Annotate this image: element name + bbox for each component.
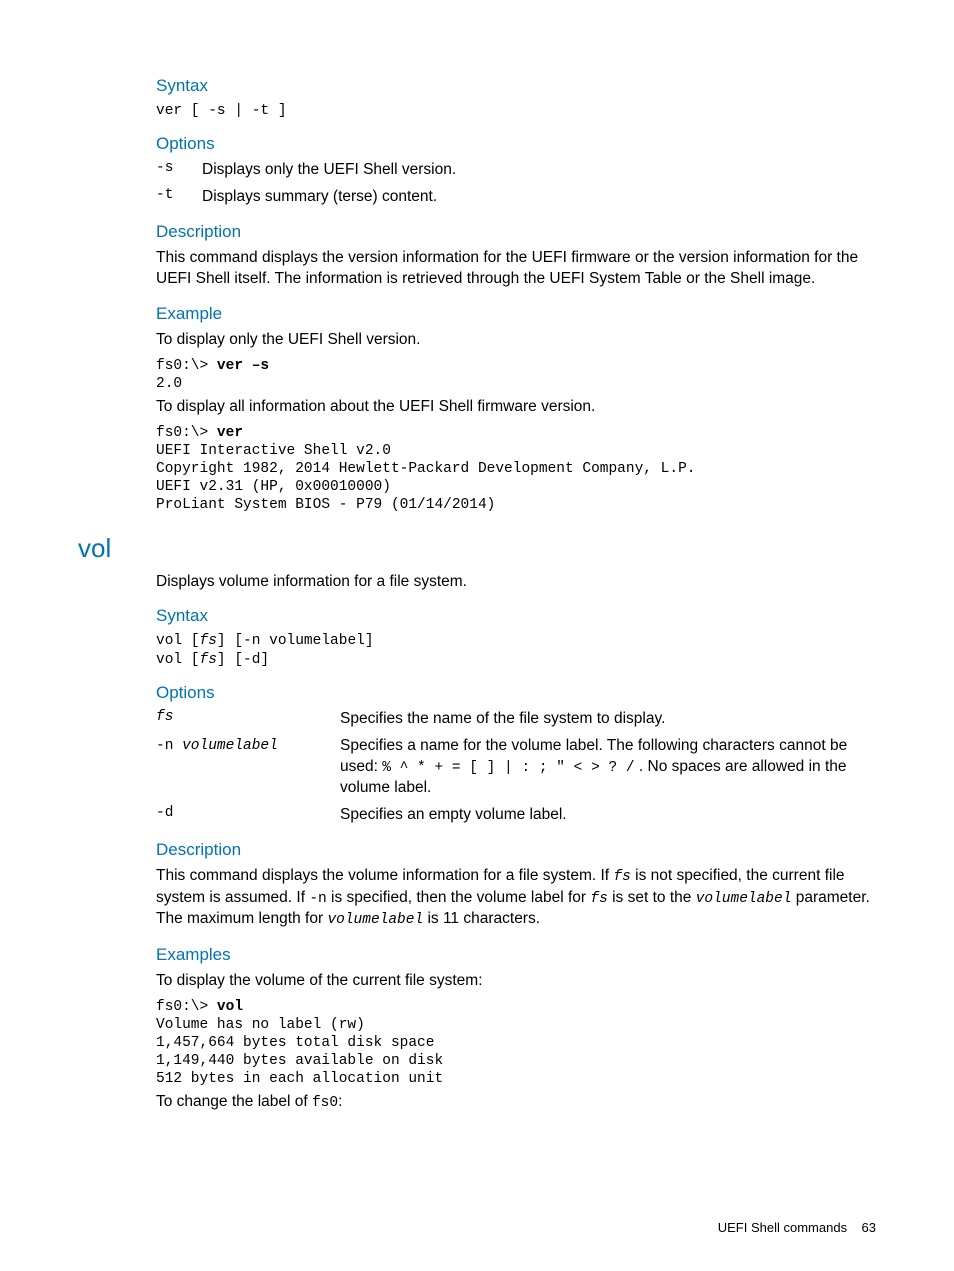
examples-heading: Examples [156,945,876,965]
option-key: -t [156,187,202,203]
page-number: 63 [862,1220,876,1235]
page-footer: UEFI Shell commands 63 [718,1220,876,1235]
option-key: -s [156,160,202,176]
option-key: -d [156,805,340,821]
option-value: Specifies the name of the file system to… [340,709,876,730]
ver-example2-intro: To display all information about the UEF… [156,397,876,418]
ver-example1-intro: To display only the UEFI Shell version. [156,330,876,351]
ver-example2-code: fs0:\> ver UEFI Interactive Shell v2.0 C… [156,424,876,515]
options-heading: Options [156,134,876,154]
option-row: -s Displays only the UEFI Shell version. [156,160,876,181]
option-key: -n volumelabel [156,736,340,754]
description-heading: Description [156,840,876,860]
syntax-heading: Syntax [156,76,876,96]
description-heading: Description [156,222,876,242]
example-heading: Example [156,304,876,324]
syntax-heading: Syntax [156,606,876,626]
ver-example1-code: fs0:\> ver –s 2.0 [156,357,876,393]
vol-title: vol [78,533,876,564]
footer-text: UEFI Shell commands [718,1220,847,1235]
option-value: Displays only the UEFI Shell version. [202,160,876,181]
option-row: -d Specifies an empty volume label. [156,805,876,826]
vol-example2-intro: To change the label of fs0: [156,1092,876,1114]
option-row: -t Displays summary (terse) content. [156,187,876,208]
options-heading: Options [156,683,876,703]
option-row: fs Specifies the name of the file system… [156,709,876,730]
vol-command-section: Displays volume information for a file s… [156,572,876,1114]
option-row: -n volumelabel Specifies a name for the … [156,736,876,799]
ver-description: This command displays the version inform… [156,248,876,290]
vol-example1-code: fs0:\> vol Volume has no label (rw) 1,45… [156,998,876,1089]
vol-intro: Displays volume information for a file s… [156,572,876,593]
option-value: Specifies an empty volume label. [340,805,876,826]
vol-example1-intro: To display the volume of the current fil… [156,971,876,992]
ver-syntax-code: ver [ -s | -t ] [156,102,876,120]
option-value: Displays summary (terse) content. [202,187,876,208]
ver-command-section: Syntax ver [ -s | -t ] Options -s Displa… [156,76,876,515]
vol-syntax-code: vol [fs] [-n volumelabel] vol [fs] [-d] [156,632,876,668]
option-key: fs [156,709,340,725]
vol-description: This command displays the volume informa… [156,866,876,931]
option-value: Specifies a name for the volume label. T… [340,736,876,799]
